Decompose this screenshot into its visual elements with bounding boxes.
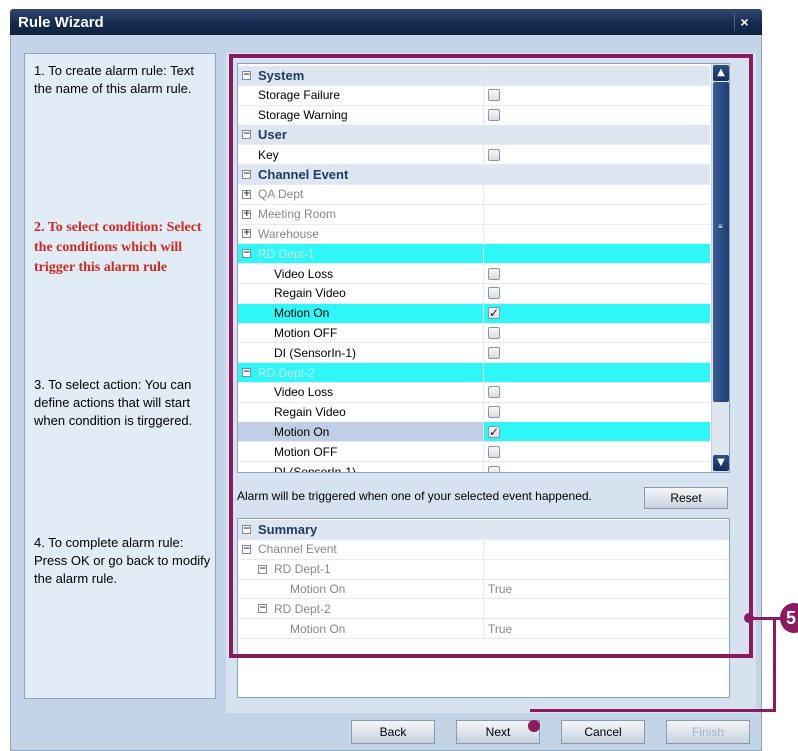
step-4-text: 4. To complete alarm rule: Press OK or g…: [34, 535, 211, 586]
cancel-button[interactable]: Cancel: [561, 720, 645, 744]
annotation-connector: [530, 709, 776, 712]
annotation-dot: [528, 720, 540, 732]
annotation-badge: 5: [780, 603, 798, 633]
annotation-highlight-box: [229, 54, 753, 658]
step-1-text: 1. To create alarm rule: Text the name o…: [34, 63, 194, 96]
window-title: Rule Wizard: [18, 13, 104, 31]
steps-panel: 1. To create alarm rule: Text the name o…: [24, 53, 216, 699]
step-2-text: 2. To select condition: Select the condi…: [34, 220, 202, 275]
back-button[interactable]: Back: [351, 720, 435, 744]
step-3-text: 3. To select action: You can define acti…: [34, 377, 193, 428]
window-titlebar: Rule Wizard ×: [10, 9, 762, 35]
annotation-dot: [744, 613, 754, 623]
finish-button[interactable]: Finish: [666, 720, 750, 744]
close-button[interactable]: ×: [734, 13, 754, 31]
annotation-connector: [749, 617, 783, 620]
annotation-connector: [773, 617, 776, 711]
